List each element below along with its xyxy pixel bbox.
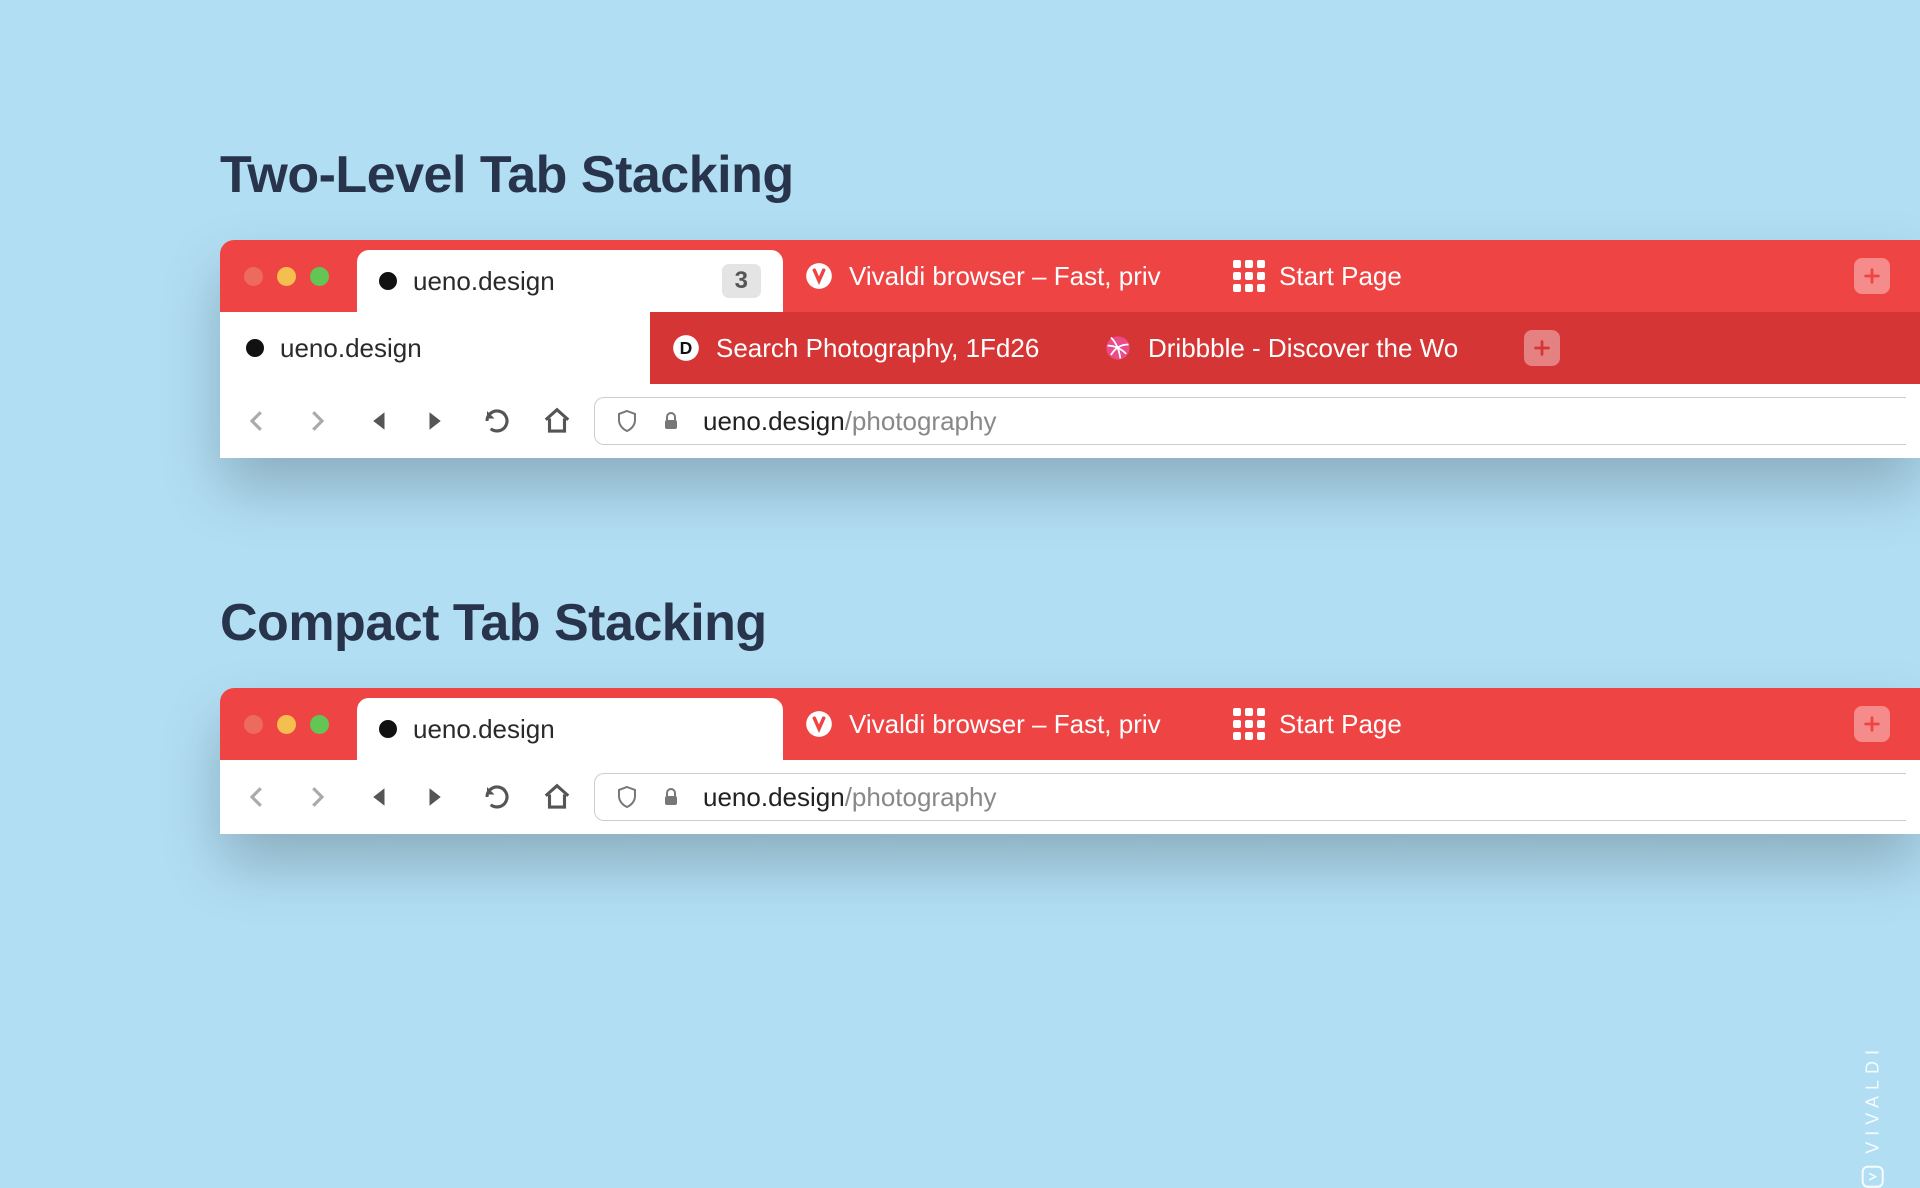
lock-icon bbox=[659, 409, 683, 433]
browser-compact: ueno.design Vivaldi browser – Fast, priv… bbox=[220, 688, 1920, 834]
toolbar: ueno.design/photography bbox=[220, 384, 1920, 458]
favicon-dot-icon bbox=[379, 720, 397, 738]
tab-vivaldi[interactable]: Vivaldi browser – Fast, priv bbox=[783, 688, 1213, 760]
shield-icon bbox=[615, 409, 639, 433]
address-bar[interactable]: ueno.design/photography bbox=[594, 773, 1906, 821]
tab-label: Start Page bbox=[1279, 261, 1402, 292]
back-button[interactable] bbox=[234, 398, 280, 444]
tab-label: Vivaldi browser – Fast, priv bbox=[849, 261, 1161, 292]
rewind-button[interactable] bbox=[354, 774, 400, 820]
heading-compact: Compact Tab Stacking bbox=[220, 593, 1920, 653]
toolbar: ueno.design/photography bbox=[220, 760, 1920, 834]
new-subtab-button[interactable] bbox=[1524, 330, 1560, 366]
fast-forward-button[interactable] bbox=[414, 774, 460, 820]
url-text: ueno.design/photography bbox=[703, 782, 996, 813]
home-button[interactable] bbox=[534, 398, 580, 444]
favicon-dot-icon bbox=[379, 272, 397, 290]
tab-stack-count: 3 bbox=[722, 264, 761, 298]
vivaldi-icon bbox=[805, 262, 833, 290]
grid-icon bbox=[1235, 262, 1263, 290]
fast-forward-button[interactable] bbox=[414, 398, 460, 444]
shield-icon bbox=[615, 785, 639, 809]
address-bar[interactable]: ueno.design/photography bbox=[594, 397, 1906, 445]
watermark-text: VIVALDI bbox=[1863, 1044, 1884, 1154]
tab-stack-ueno[interactable]: ueno.design 3 bbox=[357, 250, 783, 312]
subtab-ueno[interactable]: ueno.design bbox=[220, 312, 650, 384]
disqus-icon: D bbox=[672, 334, 700, 362]
vivaldi-watermark: VIVALDI bbox=[1862, 1044, 1884, 1188]
stack-indicators[interactable] bbox=[357, 698, 771, 705]
subtab-dribbble[interactable]: Dribbble - Discover the Wo bbox=[1082, 312, 1512, 384]
url-text: ueno.design/photography bbox=[703, 406, 996, 437]
window-controls[interactable] bbox=[220, 240, 357, 312]
tab-label: Start Page bbox=[1279, 709, 1402, 740]
tab-label: ueno.design bbox=[413, 714, 555, 745]
maximize-window-icon[interactable] bbox=[310, 715, 329, 734]
subtab-search-photography[interactable]: D Search Photography, 1Fd26 bbox=[650, 312, 1082, 384]
forward-button[interactable] bbox=[294, 398, 340, 444]
tab-bar-secondary: ueno.design D Search Photography, 1Fd26 … bbox=[220, 312, 1920, 384]
close-window-icon[interactable] bbox=[244, 267, 263, 286]
browser-two-level: ueno.design 3 Vivaldi browser – Fast, pr… bbox=[220, 240, 1920, 458]
back-button[interactable] bbox=[234, 774, 280, 820]
grid-icon bbox=[1235, 710, 1263, 738]
heading-two-level: Two-Level Tab Stacking bbox=[220, 145, 1920, 205]
reload-button[interactable] bbox=[474, 398, 520, 444]
tab-label: Vivaldi browser – Fast, priv bbox=[849, 709, 1161, 740]
vivaldi-icon bbox=[805, 710, 833, 738]
maximize-window-icon[interactable] bbox=[310, 267, 329, 286]
forward-button[interactable] bbox=[294, 774, 340, 820]
svg-text:D: D bbox=[680, 338, 693, 358]
dribbble-icon bbox=[1104, 334, 1132, 362]
minimize-window-icon[interactable] bbox=[277, 267, 296, 286]
lock-icon bbox=[659, 785, 683, 809]
tab-start-page[interactable]: Start Page bbox=[1213, 688, 1633, 760]
tab-stack-ueno[interactable]: ueno.design bbox=[357, 698, 783, 760]
reload-button[interactable] bbox=[474, 774, 520, 820]
window-controls[interactable] bbox=[220, 688, 357, 760]
new-tab-button[interactable] bbox=[1854, 258, 1890, 294]
tab-label: ueno.design bbox=[413, 266, 555, 297]
tab-start-page[interactable]: Start Page bbox=[1213, 240, 1633, 312]
vivaldi-logo-icon bbox=[1862, 1166, 1884, 1188]
tab-bar-primary: ueno.design 3 Vivaldi browser – Fast, pr… bbox=[220, 240, 1920, 312]
section-two-level: Two-Level Tab Stacking ueno.design 3 Viv… bbox=[220, 145, 1920, 458]
favicon-dot-icon bbox=[246, 339, 264, 357]
rewind-button[interactable] bbox=[354, 398, 400, 444]
minimize-window-icon[interactable] bbox=[277, 715, 296, 734]
new-tab-button[interactable] bbox=[1854, 706, 1890, 742]
home-button[interactable] bbox=[534, 774, 580, 820]
tab-bar-compact: ueno.design Vivaldi browser – Fast, priv… bbox=[220, 688, 1920, 760]
section-compact: Compact Tab Stacking ueno.design bbox=[220, 593, 1920, 834]
tab-label: Dribbble - Discover the Wo bbox=[1148, 333, 1458, 364]
close-window-icon[interactable] bbox=[244, 715, 263, 734]
tab-label: ueno.design bbox=[280, 333, 422, 364]
tab-label: Search Photography, 1Fd26 bbox=[716, 333, 1039, 364]
tab-vivaldi[interactable]: Vivaldi browser – Fast, priv bbox=[783, 240, 1213, 312]
